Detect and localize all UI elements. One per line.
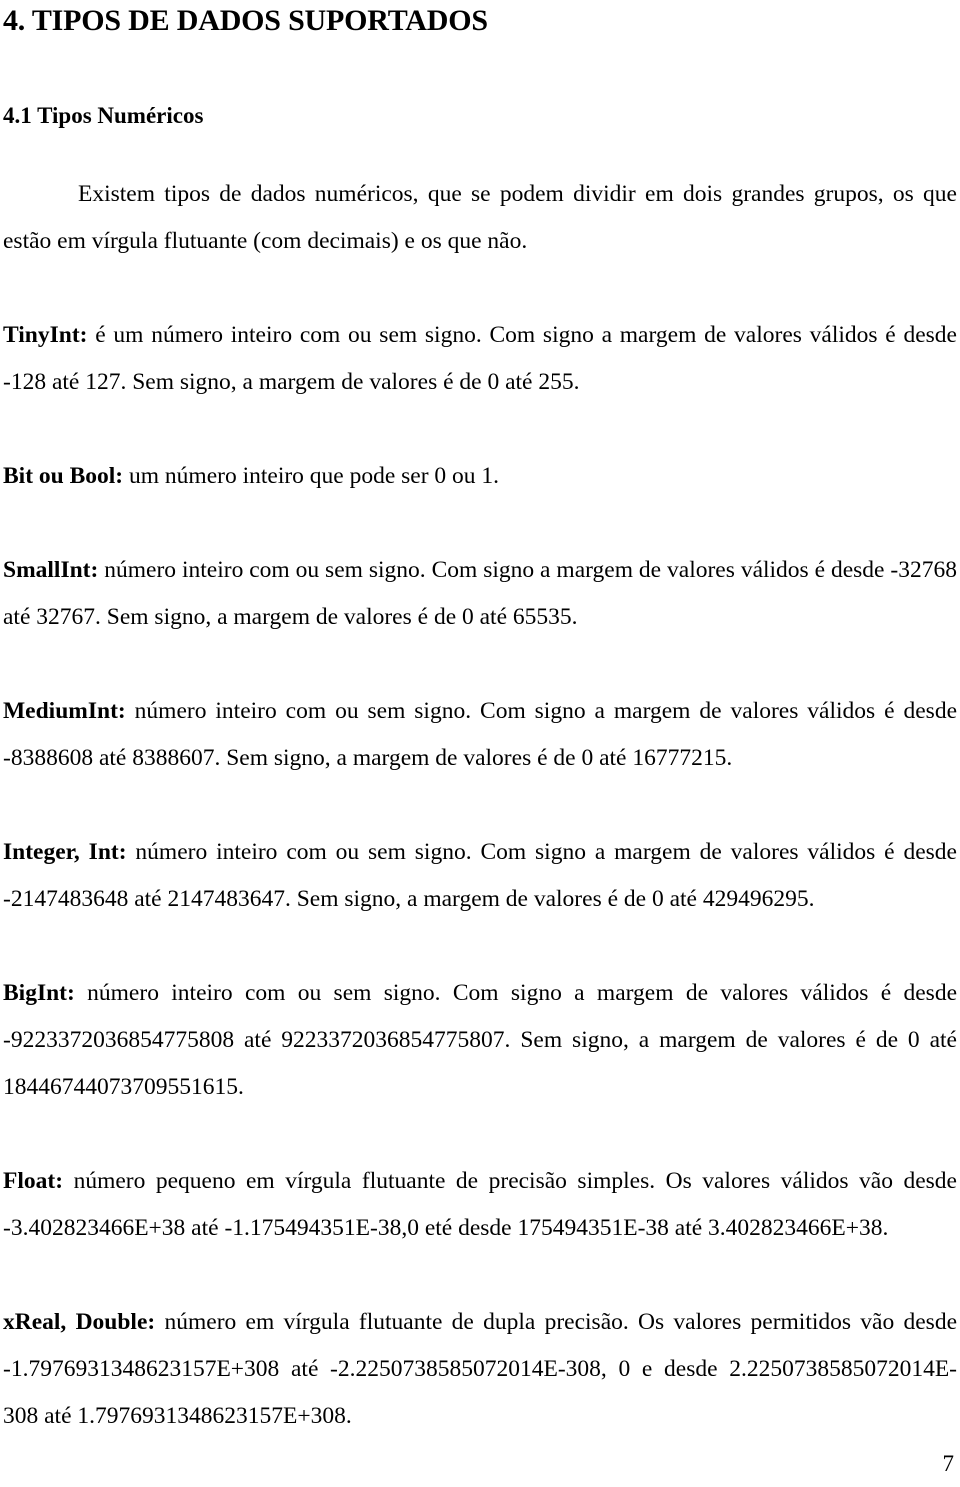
type-entry-integer-int: Integer, Int: número inteiro com ou sem … — [3, 829, 957, 923]
type-entry-smallint: SmallInt: número inteiro com ou sem sign… — [3, 547, 957, 641]
type-term: Bit ou Bool: — [3, 463, 124, 489]
intro-paragraph: Existem tipos de dados numéricos, que se… — [3, 181, 957, 254]
type-entry-bit-bool: Bit ou Bool: um número inteiro que pode … — [3, 453, 957, 500]
type-term: MediumInt: — [3, 698, 126, 724]
type-description: um número inteiro que pode ser 0 ou 1. — [123, 463, 500, 489]
type-entry-xreal-double: xReal, Double: número em vírgula flutuan… — [3, 1299, 957, 1440]
document-page: 4. TIPOS DE DADOS SUPORTADOS 4.1 Tipos N… — [0, 0, 960, 1487]
type-description: número inteiro com ou sem signo. Com sig… — [3, 839, 957, 912]
type-description: número pequeno em vírgula flutuante de p… — [3, 1168, 957, 1241]
type-entry-float: Float: número pequeno em vírgula flutuan… — [3, 1158, 957, 1252]
section-subtitle: 4.1 Tipos Numéricos — [3, 103, 204, 128]
type-description: número inteiro com ou sem signo. Com sig… — [3, 698, 957, 771]
type-term: BigInt: — [3, 980, 75, 1006]
type-description: número inteiro com ou sem signo. Com sig… — [3, 557, 957, 630]
page-title: 4. TIPOS DE DADOS SUPORTADOS — [3, 4, 488, 37]
page-number: 7 — [942, 1451, 955, 1476]
type-term: TinyInt: — [3, 322, 88, 348]
document-body: Existem tipos de dados numéricos, que se… — [3, 127, 957, 1440]
type-entry-bigint: BigInt: número inteiro com ou sem signo.… — [3, 970, 957, 1111]
type-description: é um número inteiro com ou sem signo. Co… — [3, 322, 957, 395]
type-entry-mediumint: MediumInt: número inteiro com ou sem sig… — [3, 688, 957, 782]
type-term: xReal, Double: — [3, 1309, 156, 1335]
type-entry-tinyint: TinyInt: é um número inteiro com ou sem … — [3, 312, 957, 406]
type-term: SmallInt: — [3, 557, 99, 583]
type-term: Float: — [3, 1168, 64, 1194]
type-term: Integer, Int: — [3, 839, 127, 865]
type-description: número inteiro com ou sem signo. Com sig… — [3, 980, 957, 1100]
